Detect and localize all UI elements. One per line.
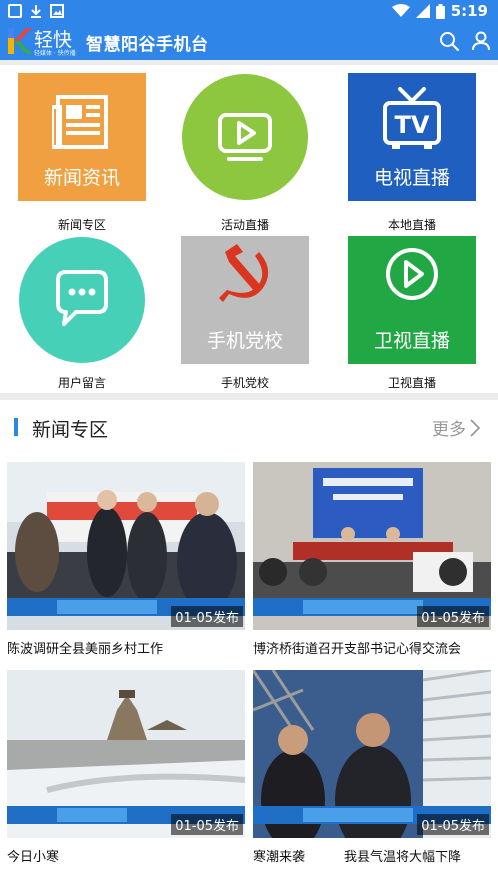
tile-user-messages-caption: 用户留言 (57, 376, 106, 390)
news-thumbnail: 01-05发布 (7, 462, 245, 630)
search-icon[interactable] (438, 30, 460, 52)
chevron-right-icon (470, 418, 480, 437)
tile-satellite-live-image: 卫视直播 (348, 236, 476, 364)
news-thumbnail: 01-05发布 (7, 670, 245, 838)
tile-live-event-caption: 活动直播 (220, 218, 269, 232)
section-accent-bar (14, 418, 18, 436)
app-title: 智慧阳谷手机台 (86, 35, 209, 55)
section-title: 新闻专区 (32, 419, 109, 441)
tile-news-label: 新闻资讯 (43, 167, 120, 189)
tile-local-live-label: 电视直播 (373, 167, 450, 189)
tile-user-messages-image (18, 236, 146, 364)
tile-party-school-image: 手机党校 (181, 236, 309, 364)
tile-satellite-live-label: 卫视直播 (373, 330, 450, 352)
tile-party-school-label: 手机党校 (206, 330, 283, 352)
status-system: 5:19 (391, 2, 488, 20)
logo-k-icon (8, 28, 32, 54)
user-icon[interactable] (470, 30, 492, 52)
news-title: 寒潮来袭 我县气温将大幅下降 (253, 850, 462, 865)
signal-icon (415, 4, 430, 18)
tile-news-image: 新闻资讯 (18, 73, 146, 201)
date-badge: 01-05发布 (417, 814, 489, 835)
news-title: 博济桥街道召开支部书记心得交流会 (253, 642, 462, 657)
play-circle-icon (386, 248, 438, 300)
battery-icon (435, 3, 445, 19)
date-badge: 01-05发布 (417, 606, 489, 627)
download-icon (31, 5, 41, 18)
tile-party-school-caption: 手机党校 (220, 376, 269, 390)
gallery-icon (50, 4, 64, 18)
tv-icon: TV (383, 87, 441, 149)
chat-bubble-icon (19, 237, 145, 363)
newspaper-icon (52, 95, 108, 149)
status-bar: 5:19 (0, 0, 498, 24)
wifi-icon (391, 4, 410, 17)
tile-local-live-caption: 本地直播 (387, 218, 436, 232)
date-badge: 01-05发布 (171, 814, 243, 835)
tile-news-caption: 新闻专区 (57, 218, 106, 232)
app-logo: 轻快 轻媒体 · 快传播 (8, 26, 80, 58)
status-time: 5:19 (450, 2, 488, 20)
logo-tagline: 轻媒体 · 快传播 (34, 50, 76, 57)
tile-live-event-image (181, 73, 309, 201)
function-grid: 新闻资讯 新闻专区 活动直播 TV 电视直播 本地直播 用户留言 手机党校 手机… (0, 65, 498, 393)
play-screen-icon (182, 74, 308, 200)
news-thumbnail: 01-05发布 (253, 462, 491, 630)
status-notifications (8, 4, 64, 18)
svg-text:TV: TV (395, 111, 430, 139)
news-section: 新闻专区 更多 01-05发布 陈波调研全县美丽乡村工作 01-05发布 博济桥… (0, 400, 498, 884)
tile-local-live-image: TV 电视直播 (348, 73, 476, 201)
app-notification-icon (8, 4, 22, 18)
more-button[interactable]: 更多 (432, 415, 480, 440)
news-title: 陈波调研全县美丽乡村工作 (7, 642, 164, 657)
app-bar: 轻快 轻媒体 · 快传播 智慧阳谷手机台 (0, 24, 498, 60)
hammer-sickle-icon (219, 244, 269, 302)
news-title: 今日小寒 (7, 850, 60, 865)
date-badge: 01-05发布 (171, 606, 243, 627)
more-label: 更多 (432, 420, 466, 440)
news-thumbnail: 01-05发布 (253, 670, 491, 838)
tile-satellite-live-caption: 卫视直播 (387, 376, 436, 390)
